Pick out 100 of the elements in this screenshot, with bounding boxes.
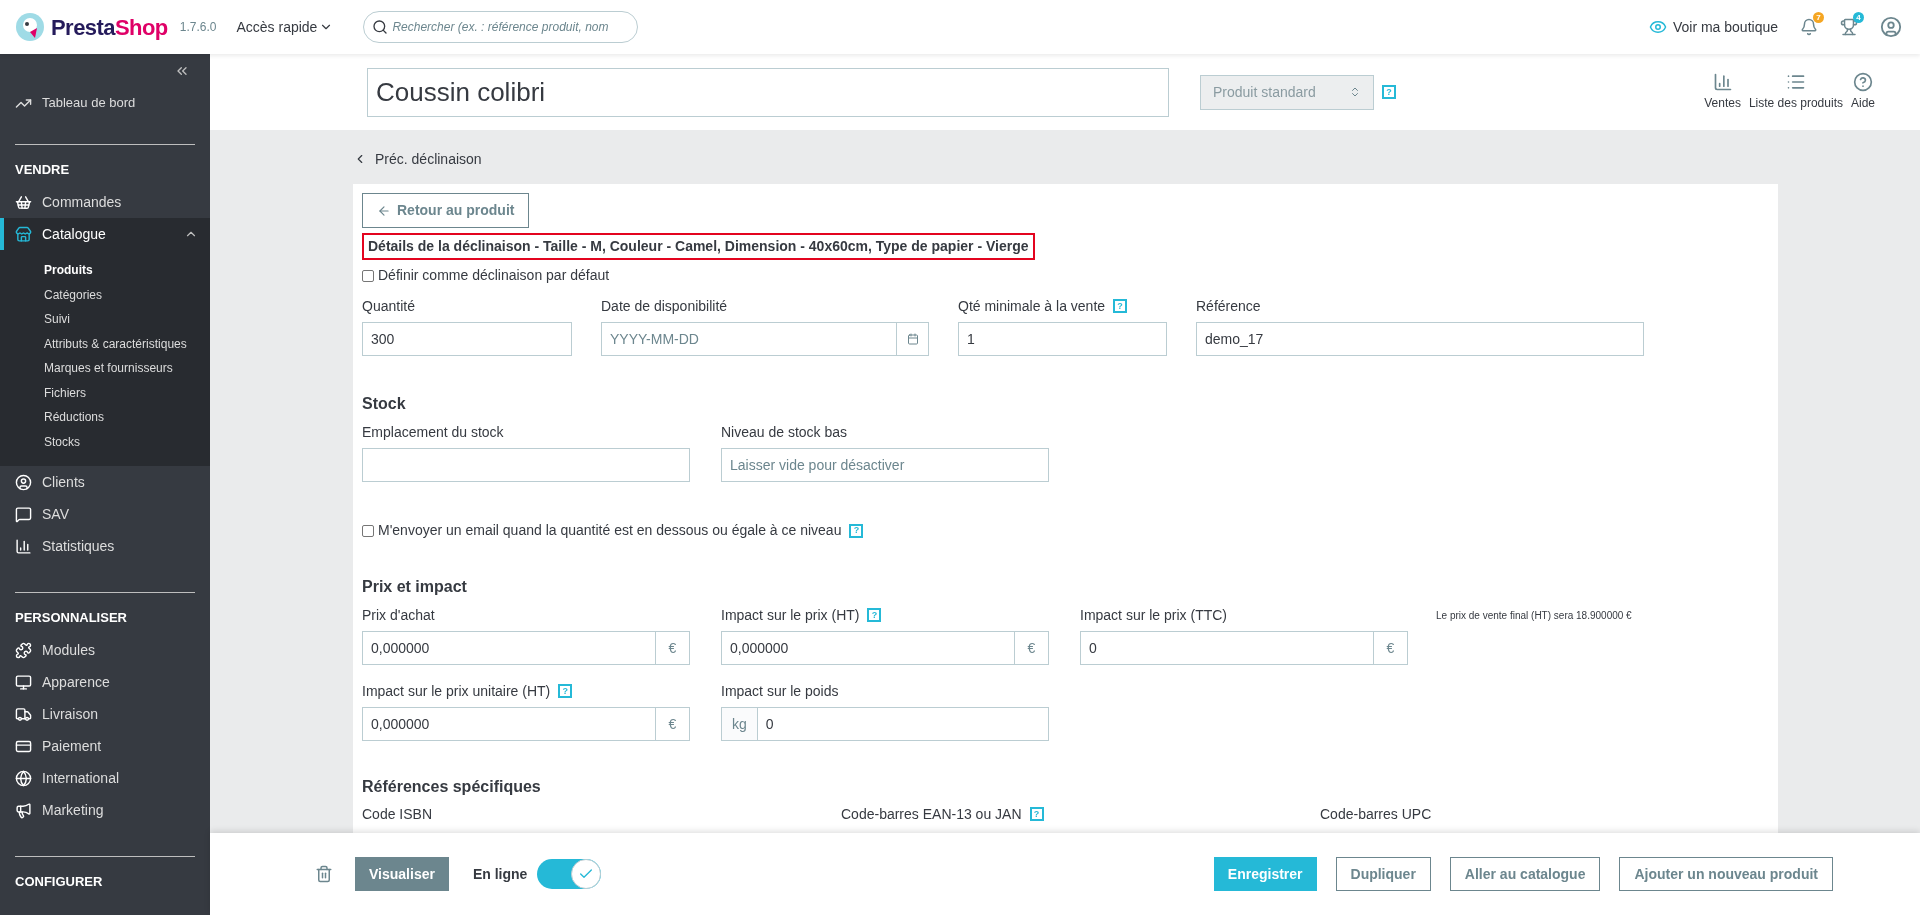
previous-variant-link[interactable]: Préc. déclinaison [353, 150, 1920, 168]
field-value: 0 [1089, 638, 1097, 658]
currency-addon: € [1373, 632, 1407, 664]
list-icon [1785, 72, 1806, 92]
logo-icon [15, 12, 45, 42]
input-field[interactable]: 1 [958, 322, 1167, 356]
chart-icon [1712, 72, 1733, 92]
footer-button[interactable]: Ajouter un nouveau produit [1619, 857, 1833, 891]
currency-addon: € [1014, 632, 1048, 664]
count-badge: 7 [1813, 12, 1824, 23]
sidebar-item[interactable]: Paiement [0, 730, 210, 762]
currency-addon: € [655, 632, 689, 664]
quick-access-menu[interactable]: Accès rapide [236, 16, 334, 38]
submenu-item[interactable]: Réductions [0, 405, 210, 430]
field-value: demo_17 [1205, 329, 1264, 349]
sidebar-item[interactable]: Modules [0, 634, 210, 666]
field-label: Code-barres UPC [1320, 804, 1432, 824]
sidebar-item[interactable]: Statistiques [0, 530, 210, 562]
back-to-product-button[interactable]: Retour au produit [362, 193, 530, 228]
submenu-item[interactable]: Attributs & caractéristiques [0, 331, 210, 356]
submenu-item[interactable]: Marques et fournisseurs [0, 356, 210, 381]
bell-icon[interactable] [1800, 18, 1818, 36]
version-text: 1.7.6.0 [179, 19, 217, 36]
megaphone-icon [15, 801, 32, 819]
field-label: Quantité [362, 296, 415, 316]
input-field[interactable]: 0,000000 € [362, 631, 690, 665]
header-action-button[interactable]: Liste des produits [1748, 72, 1843, 112]
header-action-button[interactable]: Ventes [1704, 72, 1741, 112]
field-label: Code ISBN [362, 804, 433, 824]
online-toggle[interactable] [537, 859, 602, 889]
footer-button[interactable]: Aller au catalogue [1449, 857, 1601, 891]
sidebar-item[interactable]: SAV [0, 498, 210, 530]
field-value: 0,000000 [371, 638, 430, 658]
input-field[interactable]: 300 [362, 322, 572, 356]
submenu-item[interactable]: Suivi [0, 307, 210, 332]
preview-button[interactable]: Visualiser [355, 857, 449, 891]
logo-text: PrestaShop [51, 13, 168, 42]
field-label: Impact sur le poids [721, 681, 839, 701]
help-icon [1853, 72, 1873, 92]
chat-icon [15, 505, 32, 523]
sidebar-item[interactable]: Tableau de bord [0, 87, 210, 119]
input-field[interactable]: 0 € [1080, 631, 1408, 665]
sidebar-item[interactable]: Commandes [0, 186, 210, 218]
truck-icon [15, 705, 32, 723]
sidebar-item[interactable]: Apparence [0, 666, 210, 698]
checkbox[interactable] [362, 269, 374, 282]
submenu-item[interactable]: Fichiers [0, 380, 210, 405]
field-value: 0 [765, 714, 774, 734]
input-field[interactable]: 0,000000 € [362, 707, 690, 741]
submenu-item[interactable]: Stocks [0, 429, 210, 454]
input-field[interactable]: Laisser vide pour désactiver [721, 448, 1049, 482]
field-value: 1 [967, 329, 975, 349]
input-field[interactable]: 0,000000 € [721, 631, 1049, 665]
field-label: Référence [1196, 296, 1261, 316]
input-field[interactable] [362, 448, 690, 482]
basket-icon [15, 193, 32, 211]
user-icon[interactable] [1880, 16, 1902, 38]
section-title: VENDRE [14, 161, 71, 180]
search-placeholder: Rechercher (ex. : référence produit, nom [392, 19, 609, 36]
monitor-icon [15, 673, 32, 691]
field-label: Code-barres EAN-13 ou JAN [841, 804, 1022, 824]
section-heading: Prix et impact [362, 577, 468, 597]
variant-title: Détails de la déclinaison - Taille - M, Couleur - Camel, Dimension - 40x60cm, Type de papier - Vierge [362, 233, 1035, 260]
header-action-button[interactable]: Aide [1850, 72, 1875, 112]
field-value: 300 [371, 329, 395, 349]
product-name-field[interactable]: Coussin colibri [367, 67, 1169, 117]
calendar-icon[interactable] [906, 333, 919, 345]
checkbox-label: Définir comme déclinaison par défaut [378, 266, 610, 285]
checkbox-label: M'envoyer un email quand la quantité est en dessous ou égale à ce niveau [378, 521, 842, 540]
input-field[interactable]: kg 0 [721, 707, 1049, 741]
unit-addon: kg [722, 708, 758, 740]
field-placeholder: Laisser vide pour désactiver [730, 455, 905, 475]
field-label: Qté minimale à la vente [958, 296, 1106, 316]
sidebar-item[interactable]: International [0, 762, 210, 794]
submenu-item[interactable]: Catégories [0, 282, 210, 307]
input-field[interactable]: YYYY-MM-DD [601, 322, 929, 356]
field-placeholder: YYYY-MM-DD [610, 329, 699, 349]
checkbox[interactable] [362, 524, 374, 537]
footer-button[interactable]: Dupliquer [1335, 857, 1431, 891]
field-label: Impact sur le prix (TTC) [1080, 605, 1227, 625]
submenu-item[interactable]: Produits [0, 258, 210, 283]
sidebar-item[interactable]: Marketing [0, 794, 210, 826]
sidebar-item[interactable]: Livraison [0, 698, 210, 730]
section-heading: Stock [362, 394, 407, 414]
input-field[interactable]: demo_17 [1196, 322, 1644, 356]
sidebar-item[interactable]: Clients [0, 466, 210, 498]
search-icon [372, 19, 389, 35]
count-badge: 4 [1853, 12, 1864, 23]
store-icon [15, 225, 32, 243]
field-value: 0,000000 [371, 714, 430, 734]
section-title: CONFIGURER [14, 873, 104, 892]
field-label: Niveau de stock bas [721, 422, 848, 442]
field-value: 0,000000 [730, 638, 789, 658]
section-title: PERSONNALISER [14, 609, 128, 628]
view-shop-link[interactable]: Voir ma boutique [1648, 16, 1778, 38]
globe-icon [15, 769, 32, 787]
final-price-note: Le prix de vente final (HT) sera 18.900000 € [1436, 609, 1632, 623]
eye-icon [1648, 18, 1667, 36]
trash-icon[interactable] [315, 865, 333, 883]
currency-addon: € [655, 708, 689, 740]
